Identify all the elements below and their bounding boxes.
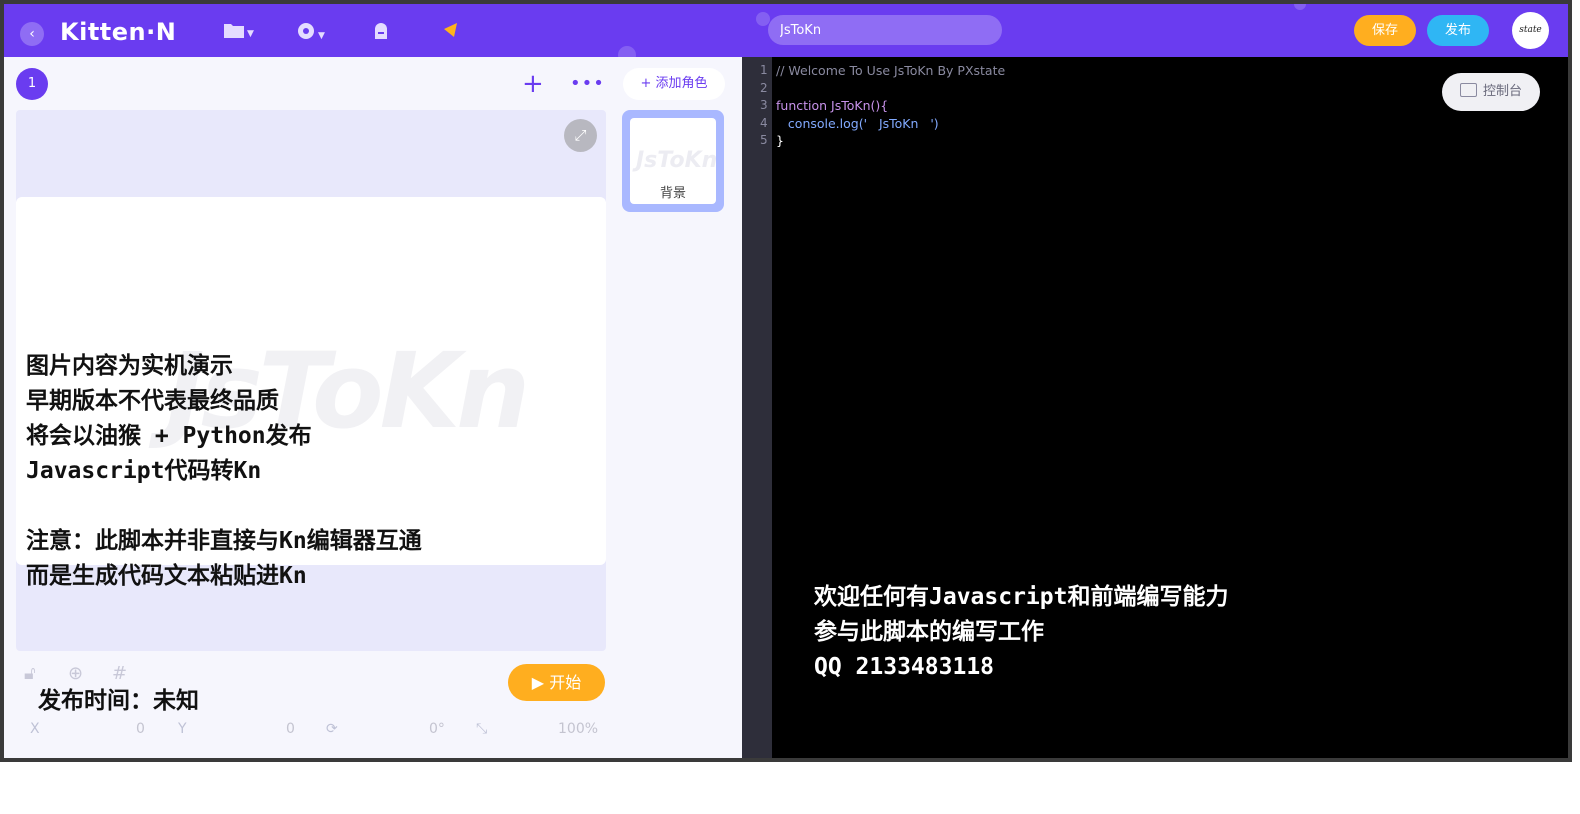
line-number: 4 bbox=[760, 116, 768, 130]
y-value[interactable]: 0 bbox=[286, 721, 295, 737]
role-watermark: JsToKn bbox=[636, 148, 718, 173]
code-line: // Welcome To Use JsToKn By PXstate bbox=[776, 63, 1006, 78]
code-line: } bbox=[776, 133, 784, 148]
decoration bbox=[1294, 4, 1306, 10]
search-input[interactable] bbox=[768, 15, 1002, 45]
x-label: X bbox=[30, 721, 40, 737]
console-icon bbox=[1459, 83, 1477, 97]
line-number: 3 bbox=[760, 98, 768, 112]
line-number: 2 bbox=[760, 81, 768, 95]
start-button[interactable]: ▶ 开始 bbox=[508, 664, 605, 701]
scale-value[interactable]: 100% bbox=[558, 721, 598, 737]
more-options-button[interactable]: ••• bbox=[570, 71, 605, 97]
note-text: 注意：此脚本并非直接与Kn编辑器互通 而是生成代码文本粘贴进Kn bbox=[26, 524, 422, 594]
console-label: 控制台 bbox=[1482, 84, 1522, 99]
add-scene-button[interactable]: + bbox=[522, 69, 544, 99]
console-button[interactable]: 控制台 bbox=[1442, 73, 1540, 111]
role-thumbnail: JsToKn 背景 bbox=[630, 118, 718, 204]
line-gutter: 1 2 3 4 5 bbox=[742, 57, 772, 758]
scale-icon: ⤡ bbox=[476, 721, 488, 737]
gear-icon bbox=[298, 23, 314, 39]
page-bottom-margin bbox=[0, 762, 1580, 814]
intro-line: Javascript代码转Kn bbox=[26, 458, 262, 484]
caret-down-icon: ▼ bbox=[247, 29, 254, 39]
bag-icon bbox=[375, 23, 387, 39]
app-logo: Kitten·N bbox=[60, 18, 177, 46]
expand-icon: ⤢ bbox=[574, 126, 587, 144]
top-bar: ‹ Kitten·N ▼ ▼ 保存 发布 state bbox=[4, 4, 1568, 57]
stage-panel: 1 + ••• + 添加角色 ⤢ JsToKn JsToKn 背景 图片内容为实… bbox=[4, 57, 742, 758]
code-editor[interactable]: 1 2 3 4 5 // Welcome To Use JsToKn By PX… bbox=[742, 57, 1568, 758]
start-label: 开始 bbox=[549, 673, 582, 692]
pointer-button[interactable] bbox=[442, 21, 460, 45]
invite-line: 欢迎任何有Javascript和前端编写能力 bbox=[814, 584, 1229, 610]
role-label: 背景 bbox=[659, 186, 686, 201]
fullscreen-button[interactable]: ⤢ bbox=[564, 119, 597, 152]
caret-down-icon: ▼ bbox=[318, 31, 325, 41]
play-icon: ▶ bbox=[531, 673, 545, 692]
role-card-background[interactable]: JsToKn 背景 bbox=[622, 110, 724, 212]
decoration bbox=[618, 46, 636, 57]
backpack-button[interactable] bbox=[371, 21, 391, 47]
invite-line: 参与此脚本的编写工作 bbox=[814, 619, 1044, 645]
settings-menu-button[interactable]: ▼ bbox=[296, 21, 325, 47]
folder-icon bbox=[224, 24, 244, 38]
pointer-icon bbox=[444, 23, 457, 37]
intro-line: 早期版本不代表最终品质 bbox=[26, 388, 279, 414]
save-button[interactable]: 保存 bbox=[1354, 15, 1416, 46]
decoration bbox=[756, 12, 770, 26]
rotation-value[interactable]: 0° bbox=[429, 721, 445, 737]
lock-icon[interactable]: 🔓︎ bbox=[24, 663, 36, 684]
rotate-icon: ⟳ bbox=[326, 721, 338, 737]
intro-text: 图片内容为实机演示 早期版本不代表最终品质 将会以油猴 + Python发布 J… bbox=[26, 349, 312, 489]
avatar[interactable]: state bbox=[1512, 12, 1549, 49]
file-menu-button[interactable]: ▼ bbox=[223, 21, 254, 45]
invite-line: QQ 2133483118 bbox=[814, 654, 995, 680]
note-line: 注意：此脚本并非直接与Kn编辑器互通 bbox=[26, 528, 422, 554]
intro-line: 图片内容为实机演示 bbox=[26, 353, 233, 379]
code-line: console.log(' JsToKn ') bbox=[776, 116, 939, 131]
line-number: 1 bbox=[760, 63, 768, 77]
add-role-button[interactable]: + 添加角色 bbox=[623, 68, 725, 100]
publish-button[interactable]: 发布 bbox=[1427, 15, 1489, 46]
line-number: 5 bbox=[760, 133, 768, 147]
note-line: 而是生成代码文本粘贴进Kn bbox=[26, 563, 307, 589]
y-label: Y bbox=[178, 721, 187, 737]
x-value[interactable]: 0 bbox=[136, 721, 145, 737]
back-button[interactable]: ‹ bbox=[20, 22, 44, 46]
intro-line: 将会以油猴 + Python发布 bbox=[26, 423, 312, 449]
scene-number-badge[interactable]: 1 bbox=[16, 68, 48, 100]
chevron-left-icon: ‹ bbox=[29, 26, 35, 42]
invite-text: 欢迎任何有Javascript和前端编写能力 参与此脚本的编写工作 QQ 213… bbox=[814, 580, 1228, 685]
release-time-text: 发布时间：未知 bbox=[38, 688, 199, 714]
code-line: function JsToKn(){ bbox=[776, 98, 889, 113]
